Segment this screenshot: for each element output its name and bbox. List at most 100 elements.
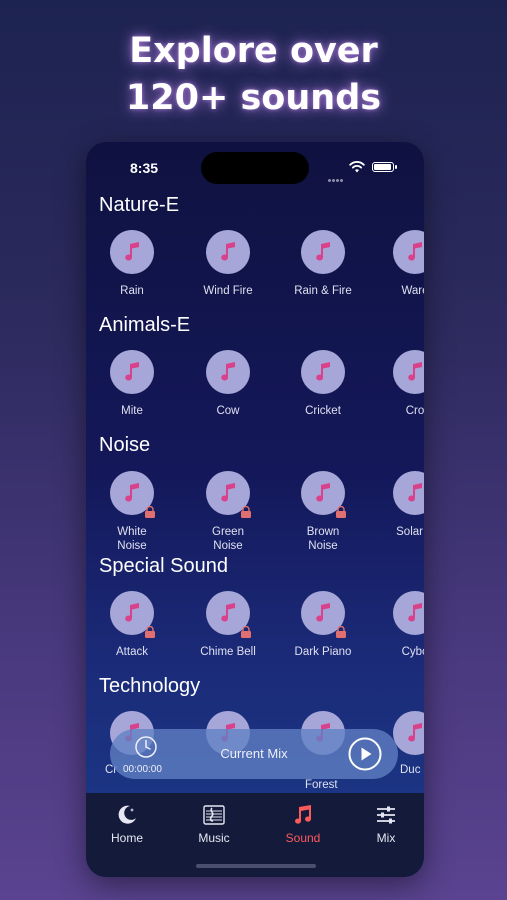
sound-label: Cricket [305,405,341,417]
sound-row-noise: White Noise Green Noise Brown Noise Solar V [86,471,424,553]
tab-music[interactable]: Music [179,803,249,845]
sound-row-special: Attack Chime Bell Dark Piano Cybo [86,591,424,666]
sound-item[interactable]: Wind Fire [187,230,269,298]
sound-item[interactable]: Cricket [282,350,364,418]
sound-icon [301,471,346,518]
moon-icon [118,805,136,824]
status-bar: 8:35 [86,142,424,192]
sound-icon [301,350,345,394]
battery-icon [372,162,397,172]
sound-item[interactable]: Cow [187,350,269,418]
sound-item[interactable]: Chime Bell [187,591,269,659]
music-note-icon [221,483,235,502]
music-note-icon [125,603,139,622]
sound-label: Solar V [374,525,424,539]
sound-item[interactable]: Cybo [374,591,424,659]
sound-label-line: Brown [306,526,340,538]
sound-label: Dark Piano [294,646,352,658]
sound-item[interactable]: Mite [91,350,173,418]
sound-icon [110,591,155,638]
headline-line-2: 120+ sounds [125,78,382,118]
sound-item[interactable]: Rain & Fire [282,230,364,298]
sound-label: Cow [216,405,240,417]
tab-label: Home [110,831,143,845]
sound-icon [206,350,250,394]
sound-label: Wind Fire [203,285,253,297]
sliders-icon [377,806,395,824]
music-note-icon [316,483,330,502]
home-indicator[interactable] [196,864,316,868]
music-note-icon [408,362,422,381]
sound-label-line: Green [212,526,244,538]
sound-label: Mite [121,405,143,417]
music-staff-icon [203,805,225,825]
sound-label: Brown Noise [282,525,364,553]
tab-sound[interactable]: Sound [268,803,338,845]
sound-icon [393,471,424,515]
lock-icon [336,506,346,518]
sound-icon [393,350,424,394]
sound-icon [206,591,251,638]
sound-item[interactable]: Cro [374,350,424,418]
sound-label-line: Solar V [396,526,424,538]
sound-label: Green Noise [187,525,269,553]
sound-row-animals: Mite Cow Cricket Cro [86,350,424,425]
section-title-technology: Technology [99,675,201,697]
tab-label: Sound [285,831,321,845]
sound-icon [393,230,424,274]
music-note-icon [221,362,235,381]
lock-icon [145,626,155,638]
sound-icon [301,230,345,274]
lock-icon [241,506,251,518]
section-title-special: Special Sound [99,555,228,577]
sound-icon [393,591,424,635]
music-note-icon [125,483,139,502]
sound-item[interactable]: Dark Piano [282,591,364,659]
wifi-icon [349,161,365,173]
tab-mix[interactable]: Mix [351,803,421,845]
lock-icon [145,506,155,518]
tab-label: Mix [376,831,396,845]
sound-item[interactable]: Rain [91,230,173,298]
tab-home[interactable]: Home [92,803,162,845]
lock-icon [241,626,251,638]
sound-icon [110,350,154,394]
sound-label-line: Noise [117,540,147,552]
sound-label: Rain [120,285,144,297]
music-note-icon [295,805,312,824]
sound-item[interactable]: Ware [374,230,424,298]
music-note-icon [408,723,422,742]
music-note-icon [316,242,330,261]
sound-label: Attack [116,646,148,658]
music-note-icon [221,603,235,622]
section-title-nature: Nature-E [99,194,180,216]
music-note-icon [408,483,422,502]
status-time: 8:35 [130,160,159,176]
sound-label: Duc [400,764,421,776]
music-note-icon [125,362,139,381]
sound-item[interactable]: Brown Noise [282,471,364,553]
timer-readout: 00:00:00 [123,764,162,775]
sound-item[interactable]: Attack [91,591,173,659]
music-note-icon [125,242,139,261]
sound-icon [301,591,346,638]
play-icon[interactable] [348,737,382,771]
sound-label: Rain & Fire [294,285,352,297]
section-title-noise: Noise [99,434,151,456]
sound-item[interactable]: Solar V [374,471,424,539]
music-note-icon [408,242,422,261]
dynamic-island [201,152,309,184]
sound-label: Chime Bell [200,646,256,658]
sound-icon [110,471,155,518]
sound-icon [206,471,251,518]
sound-label: White Noise [91,525,173,553]
sound-item[interactable]: White Noise [91,471,173,553]
phone-screen: 8:35 Nature-E Rain Wind Fire Rain & Fire… [86,142,424,877]
signal-icon [328,169,344,182]
sound-item[interactable]: Green Noise [187,471,269,553]
current-mix-player[interactable]: 00:00:00 Current Mix [110,729,398,779]
sound-label-line: Noise [308,540,338,552]
music-note-icon [221,242,235,261]
headline: Explore over 120+ sounds [0,28,507,122]
sound-label-line: Noise [213,540,243,552]
